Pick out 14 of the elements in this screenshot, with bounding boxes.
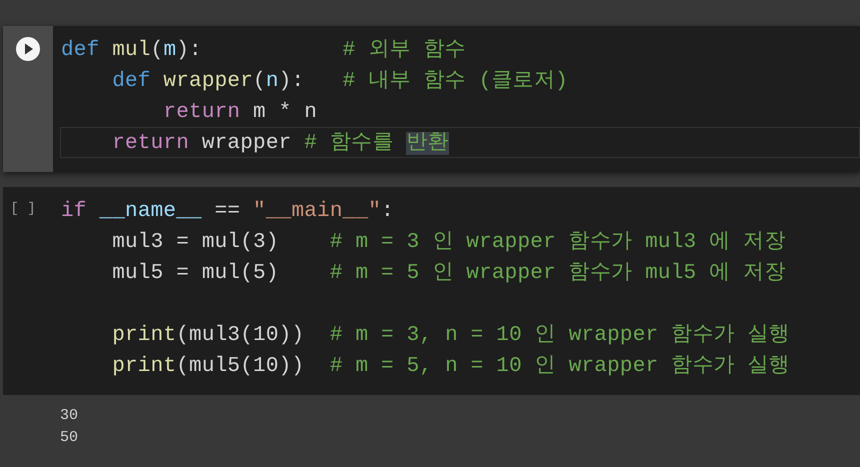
output-text: 50 [60,428,80,448]
code-line: mul5 = mul(5) # m = 5 인 wrapper 함수가 mul5 에 저장 [111,261,786,287]
code-line: print(mul5(10)) # m = 5, n = 10 인 wrapper 함수가 실행 [111,354,791,380]
code-line: print(mul3(10)) # m = 3, n = 10 인 wrapper 함수가 실행 [111,323,791,349]
execution-prompt[interactable]: [ ] [10,197,36,395]
code-line: if __name__ == "__main__": [60,199,395,225]
code-cell[interactable]: def mul(m): # 외부 함수 def wrapper(n): # 내부 함수 (클로저) return m * n return wrapper # 함수를 반환 [3,26,860,172]
output-text: 30 [60,406,80,426]
code-line: mul3 = mul(3) # m = 3 인 wrapper 함수가 mul3 에 저장 [111,230,786,256]
code-line: def mul(m): # 외부 함수 [60,38,467,64]
code-line: return m * n [162,100,318,126]
code-line: def wrapper(n): # 내부 함수 (클로저) [111,69,569,95]
run-button[interactable] [15,36,41,62]
code-cell[interactable] [3,187,860,395]
